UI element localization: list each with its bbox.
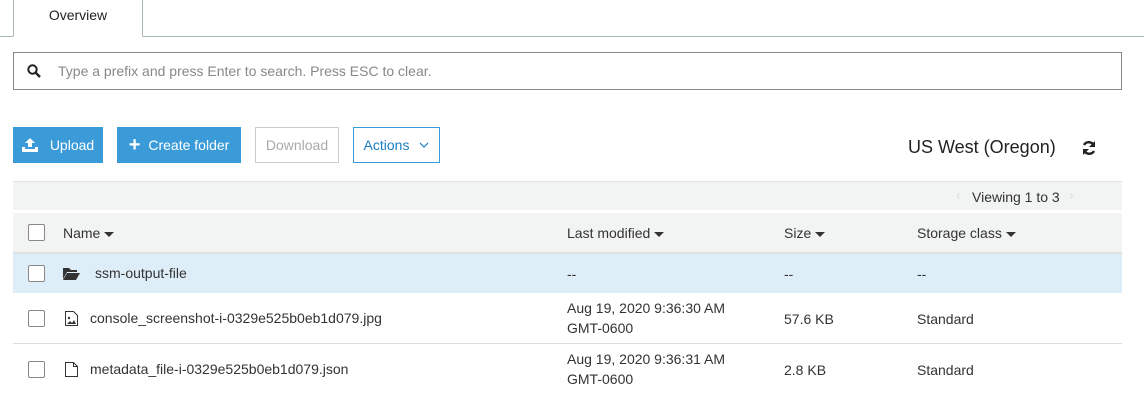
- row-checkbox[interactable]: [28, 310, 45, 327]
- upload-icon: [21, 138, 38, 152]
- region-label: US West (Oregon): [908, 137, 1056, 157]
- row-checkbox[interactable]: [28, 265, 45, 282]
- column-label: Storage class: [917, 225, 1002, 241]
- pagination-bar: ‹ Viewing 1 to 3 ›: [13, 181, 1122, 210]
- download-button[interactable]: Download: [255, 127, 339, 163]
- file-name-link[interactable]: ssm-output-file: [95, 265, 187, 281]
- create-folder-button[interactable]: + Create folder: [117, 127, 241, 163]
- file-icon: [65, 362, 78, 377]
- column-last-modified[interactable]: Last modified: [567, 225, 665, 241]
- last-modified: Aug 19, 2020 9:36:30 AM: [567, 300, 726, 316]
- upload-label: Upload: [49, 137, 95, 153]
- table-row[interactable]: console_screenshot-i-0329e525b0eb1d079.j…: [13, 293, 1122, 344]
- last-modified: --: [567, 266, 577, 282]
- chevron-down-icon: [420, 142, 429, 148]
- column-size[interactable]: Size: [784, 225, 826, 241]
- size: 2.8 KB: [784, 362, 827, 378]
- tab-overview[interactable]: Overview: [13, 0, 143, 37]
- sort-caret-icon: [1005, 231, 1016, 237]
- row-checkbox[interactable]: [28, 361, 45, 378]
- table-header: Name Last modified Size Storage class: [13, 213, 1122, 254]
- refresh-icon[interactable]: [1081, 140, 1097, 156]
- storage-class: Standard: [917, 311, 974, 327]
- next-page-icon[interactable]: ›: [1069, 187, 1074, 203]
- file-name-link[interactable]: console_screenshot-i-0329e525b0eb1d079.j…: [90, 310, 382, 326]
- search-box[interactable]: [13, 52, 1122, 90]
- timezone: GMT-0600: [567, 371, 634, 387]
- column-label: Name: [63, 225, 101, 241]
- upload-button[interactable]: Upload: [13, 127, 103, 163]
- timezone: GMT-0600: [567, 320, 634, 336]
- select-all-checkbox[interactable]: [28, 224, 45, 241]
- sort-caret-icon: [104, 231, 115, 237]
- column-storage-class[interactable]: Storage class: [917, 225, 1016, 241]
- column-name[interactable]: Name: [63, 225, 115, 241]
- last-modified: Aug 19, 2020 9:36:31 AM: [567, 351, 726, 367]
- actions-dropdown[interactable]: Actions: [353, 127, 440, 163]
- image-file-icon: [65, 311, 78, 326]
- sort-caret-icon: [654, 231, 665, 237]
- table-row[interactable]: metadata_file-i-0329e525b0eb1d079.json A…: [13, 344, 1122, 395]
- tab-bar: Overview: [0, 0, 1144, 37]
- storage-class: Standard: [917, 362, 974, 378]
- search-icon: [27, 64, 41, 78]
- pagination-text: Viewing 1 to 3: [972, 189, 1060, 205]
- size: --: [784, 266, 794, 282]
- plus-icon: +: [128, 134, 141, 156]
- prev-page-icon[interactable]: ‹: [956, 187, 961, 203]
- actions-label: Actions: [363, 137, 410, 153]
- column-label: Size: [784, 225, 812, 241]
- size: 57.6 KB: [784, 311, 834, 327]
- column-label: Last modified: [567, 225, 651, 241]
- storage-class: --: [917, 266, 927, 282]
- create-folder-label: Create folder: [148, 137, 230, 153]
- table-row[interactable]: ssm-output-file -- -- --: [13, 254, 1122, 293]
- sort-caret-icon: [815, 231, 826, 237]
- folder-open-icon: [63, 268, 80, 280]
- search-input[interactable]: [58, 63, 958, 79]
- file-name-link[interactable]: metadata_file-i-0329e525b0eb1d079.json: [90, 361, 348, 377]
